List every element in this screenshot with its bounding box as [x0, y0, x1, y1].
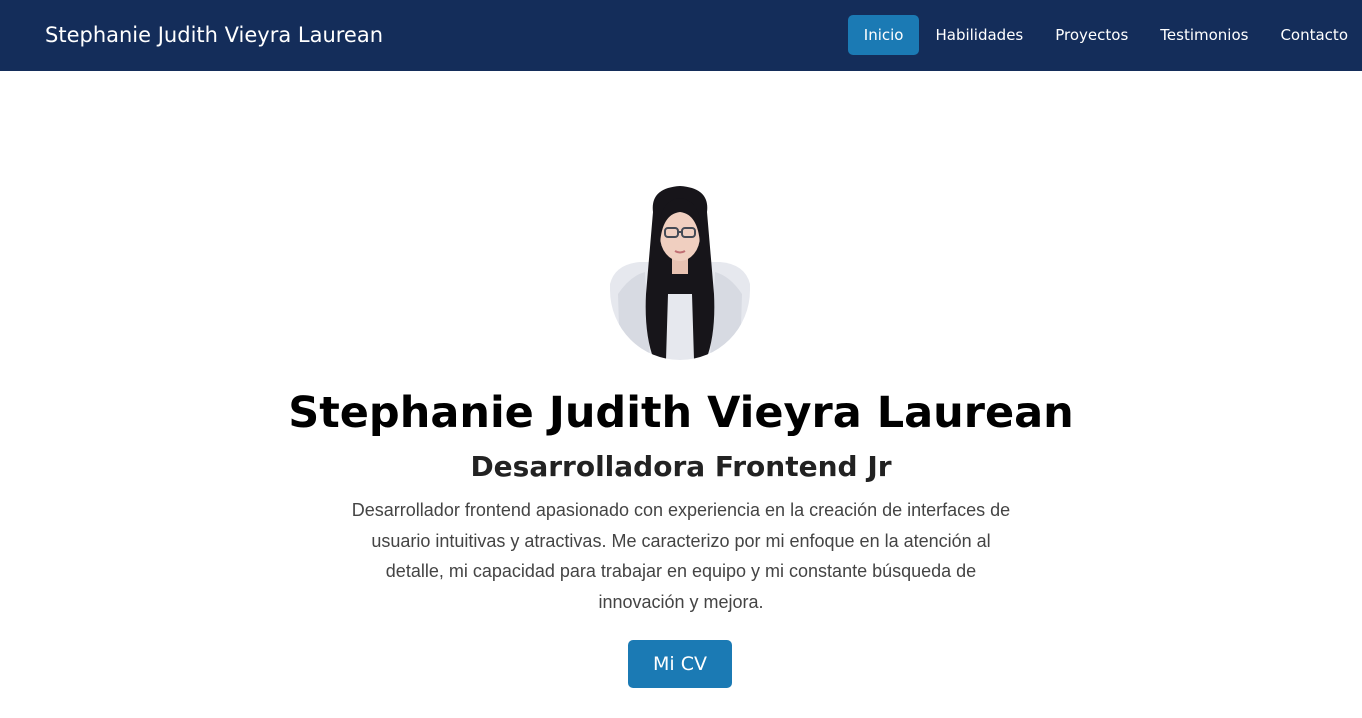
brand-link[interactable]: Stephanie Judith Vieyra Laurean	[45, 20, 383, 50]
nav-link-inicio[interactable]: Inicio	[847, 15, 920, 55]
navbar: Stephanie Judith Vieyra Laurean Inicio H…	[0, 0, 1362, 71]
hero-description: Desarrollador frontend apasionado con ex…	[351, 500, 1011, 612]
profile-photo	[610, 184, 750, 360]
nav-links: Inicio Habilidades Proyectos Testimonios…	[847, 15, 1362, 55]
nav-link-contacto[interactable]: Contacto	[1264, 15, 1362, 55]
nav-link-testimonios[interactable]: Testimonios	[1144, 15, 1264, 55]
hero-job-title: Desarrolladora Frontend Jr	[470, 450, 892, 483]
hero-name: Stephanie Judith Vieyra Laurean	[288, 388, 1074, 438]
nav-link-proyectos[interactable]: Proyectos	[1039, 15, 1144, 55]
hero-section: Stephanie Judith Vieyra Laurean Desarrol…	[0, 71, 1362, 718]
nav-link-habilidades[interactable]: Habilidades	[919, 15, 1039, 55]
cv-button[interactable]: Mi CV	[628, 640, 732, 688]
